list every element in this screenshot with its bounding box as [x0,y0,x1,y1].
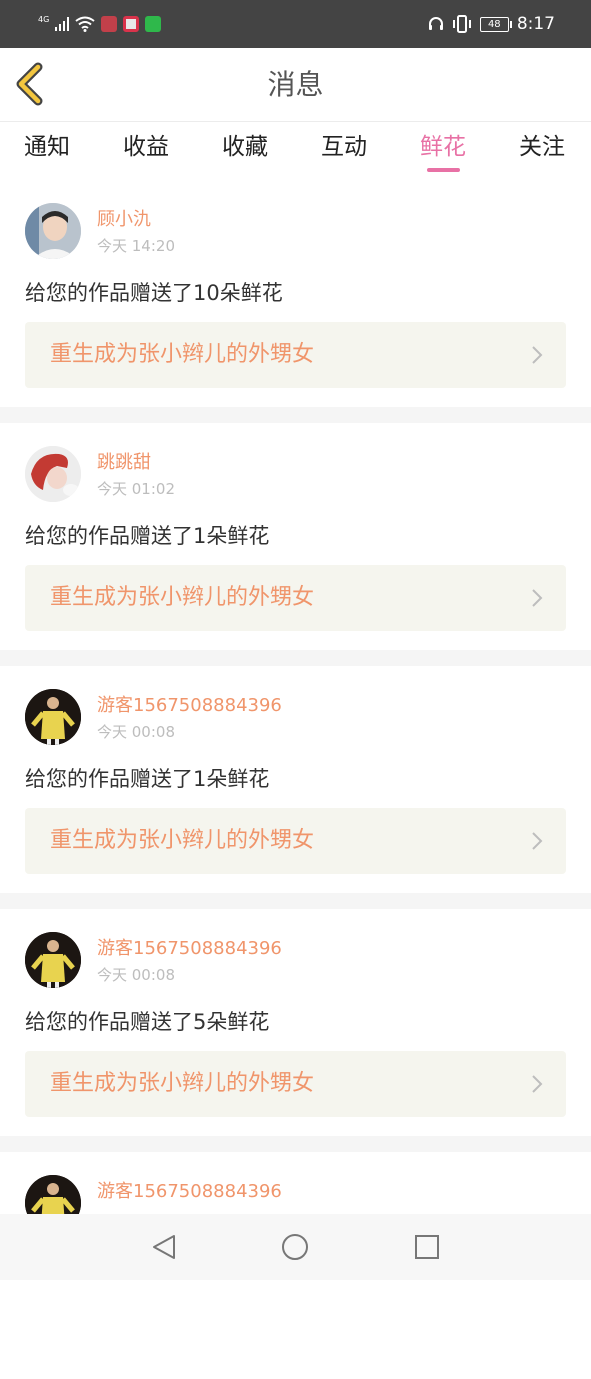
triangle-back-icon[interactable] [150,1232,180,1262]
message-card: 游客1567508884396 今天 00:08 给您的作品赠送了1朵鲜花 重生… [0,666,591,893]
app-notification-icon [123,16,140,32]
page-title: 消息 [267,68,324,101]
circle-home-icon[interactable] [280,1232,310,1262]
app-notification-icon [145,16,162,32]
tab-flowers[interactable]: 鲜花 [420,132,466,162]
message-text: 给您的作品赠送了10朵鲜花 [25,281,283,305]
username[interactable]: 顾小氿 [97,208,151,232]
tab-interactions[interactable]: 互动 [321,132,367,162]
square-recents-icon[interactable] [412,1232,442,1262]
app-notification-icon [101,16,118,32]
timestamp: 今天 01:02 [97,480,175,498]
work-link[interactable]: 重生成为张小辫儿的外甥女 [25,565,566,631]
work-title: 重生成为张小辫儿的外甥女 [50,828,315,853]
username[interactable]: 游客1567508884396 [97,694,282,718]
chevron-right-icon [532,832,543,850]
work-link[interactable]: 重生成为张小辫儿的外甥女 [25,1051,566,1117]
system-nav-bar [0,1214,591,1280]
network-type: 4G [38,15,50,24]
vibrate-icon [452,15,471,33]
status-bar-left: 4G [38,13,162,35]
battery-icon: 48 [479,16,512,32]
work-title: 重生成为张小辫儿的外甥女 [50,585,315,610]
avatar[interactable] [25,203,81,259]
tab-earnings[interactable]: 收益 [123,132,169,162]
work-title: 重生成为张小辫儿的外甥女 [50,1071,315,1096]
message-card: 跳跳甜 今天 01:02 给您的作品赠送了1朵鲜花 重生成为张小辫儿的外甥女 [0,423,591,650]
timestamp: 今天 00:08 [97,966,175,984]
avatar[interactable] [25,446,81,502]
status-bar-right: 48 8:17 [428,12,555,36]
tab-bar: 通知 收益 收藏 互动 鲜花 关注 [0,122,591,180]
avatar[interactable] [25,689,81,745]
username[interactable]: 游客1567508884396 [97,1180,282,1204]
wifi-icon [75,16,95,32]
tab-follows[interactable]: 关注 [519,132,565,162]
avatar[interactable] [25,932,81,988]
tab-favorites[interactable]: 收藏 [222,132,268,162]
message-text: 给您的作品赠送了1朵鲜花 [25,524,270,548]
headset-icon [428,17,443,30]
timestamp: 今天 14:20 [97,237,175,255]
chevron-right-icon [532,1075,543,1093]
status-bar: 4G 48 8:17 [0,0,591,48]
message-text: 给您的作品赠送了5朵鲜花 [25,1010,270,1034]
message-card: 顾小氿 今天 14:20 给您的作品赠送了10朵鲜花 重生成为张小辫儿的外甥女 [0,180,591,407]
work-link[interactable]: 重生成为张小辫儿的外甥女 [25,322,566,388]
work-title: 重生成为张小辫儿的外甥女 [50,342,315,367]
chevron-right-icon [532,589,543,607]
clock: 8:17 [516,14,555,34]
message-text: 给您的作品赠送了1朵鲜花 [25,767,270,791]
timestamp: 今天 00:08 [97,723,175,741]
signal-icon [55,17,70,31]
work-link[interactable]: 重生成为张小辫儿的外甥女 [25,808,566,874]
active-tab-indicator [427,168,460,172]
tab-notifications[interactable]: 通知 [24,132,70,162]
username[interactable]: 游客1567508884396 [97,937,282,961]
username[interactable]: 跳跳甜 [97,451,151,475]
app-header: 消息 [0,48,591,122]
message-card: 游客1567508884396 今天 00:08 给您的作品赠送了5朵鲜花 重生… [0,909,591,1136]
chevron-right-icon [532,346,543,364]
